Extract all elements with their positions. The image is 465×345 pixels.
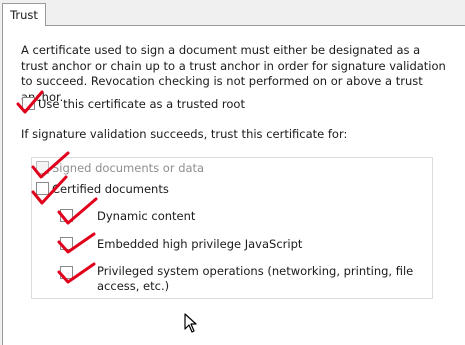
signed-documents-label: Signed documents or data [52, 161, 205, 175]
mouse-pointer-icon [184, 313, 197, 333]
tab-trust-label: Trust [10, 8, 38, 22]
trusted-root-label: Use this certificate as a trusted root [38, 97, 245, 111]
embedded-javascript-label: Embedded high privilege JavaScript [97, 237, 303, 251]
tab-trust[interactable]: Trust [2, 3, 46, 26]
system-operations-label-line2: access, etc.) [97, 279, 170, 293]
check-mark-annotation-icon [57, 232, 96, 254]
system-operations-label: Privileged system operations (networking… [97, 264, 414, 278]
trust-description: A certificate used to sign a document mu… [21, 43, 446, 104]
trust-for-heading: If signature validation succeeds, trust … [21, 127, 348, 141]
check-mark-annotation-icon [16, 90, 44, 114]
check-mark-annotation-icon [57, 197, 98, 225]
check-mark-annotation-icon [57, 262, 96, 284]
dynamic-content-label: Dynamic content [97, 209, 196, 223]
